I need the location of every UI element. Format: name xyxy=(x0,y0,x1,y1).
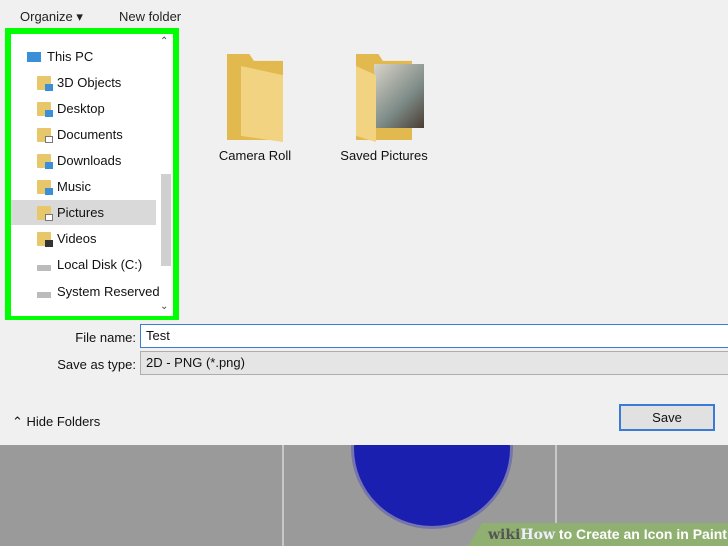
file-name-label: File name: xyxy=(75,330,136,345)
wikihow-watermark: wikiHow to Create an Icon in Paint xyxy=(468,523,728,546)
scroll-down-icon[interactable]: ⌄ xyxy=(160,301,168,312)
documents-icon xyxy=(37,127,53,143)
navigation-pane: This PC 3D Objects Desktop Documents Dow… xyxy=(5,28,179,322)
chevron-up-icon: ⌃ xyxy=(12,414,27,429)
drive-icon xyxy=(37,264,51,271)
3d-objects-icon xyxy=(37,75,53,91)
music-icon xyxy=(37,179,53,195)
scrollbar-thumb[interactable] xyxy=(161,174,171,266)
folder-saved-pictures[interactable]: Saved Pictures xyxy=(334,54,434,163)
file-name-input[interactable]: Test xyxy=(140,324,728,348)
pictures-icon xyxy=(37,205,53,221)
downloads-icon xyxy=(37,153,53,169)
save-type-label: Save as type: xyxy=(57,357,136,372)
save-dialog: Organize ▾ New folder This PC 3D Objects… xyxy=(0,0,728,445)
desktop-icon xyxy=(37,101,53,117)
file-list: Camera Roll Saved Pictures xyxy=(185,32,728,318)
canvas-gridline xyxy=(282,445,284,546)
folder-icon xyxy=(356,54,424,142)
videos-icon xyxy=(37,231,53,247)
save-fields: File name: Test Save as type: 2D - PNG (… xyxy=(0,320,728,445)
computer-icon xyxy=(27,51,41,62)
nav-scrollbar[interactable]: ⌃ ⌄ xyxy=(159,34,173,316)
new-folder-button[interactable]: New folder xyxy=(119,9,181,24)
organize-button[interactable]: Organize ▾ xyxy=(20,9,83,25)
nav-item-this-pc[interactable]: This PC xyxy=(27,44,172,69)
hide-folders-button[interactable]: ⌃ Hide Folders xyxy=(12,414,100,430)
save-type-select[interactable]: 2D - PNG (*.png) xyxy=(140,351,728,375)
folder-icon xyxy=(227,54,283,142)
folder-camera-roll[interactable]: Camera Roll xyxy=(205,54,305,163)
nav-item-pictures[interactable]: Pictures xyxy=(11,200,156,225)
scroll-up-icon[interactable]: ⌃ xyxy=(160,36,168,47)
drive-icon xyxy=(37,291,51,298)
save-button[interactable]: Save xyxy=(619,404,715,431)
